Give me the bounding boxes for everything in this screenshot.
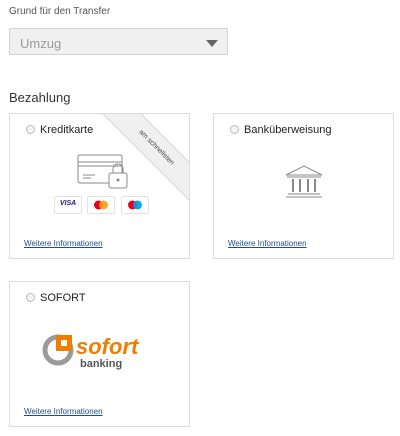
payment-section-title: Bezahlung bbox=[9, 90, 71, 105]
payment-option-creditcard[interactable]: Kreditkarte am schnellsten VISA Weitere … bbox=[9, 113, 190, 259]
payment-option-sofort[interactable]: SOFORT sofort banking Weitere Informatio… bbox=[9, 281, 190, 427]
sofort-radio[interactable] bbox=[26, 293, 35, 302]
maestro-logo bbox=[121, 196, 149, 214]
transfer-reason-label: Grund für den Transfer bbox=[9, 6, 111, 17]
creditcard-radio[interactable] bbox=[26, 125, 35, 134]
payment-option-banktransfer[interactable]: Banküberweisung Weitere Informationen bbox=[213, 113, 394, 259]
mastercard-logo bbox=[87, 196, 115, 214]
bank-building-icon bbox=[285, 165, 323, 198]
banktransfer-label: Banküberweisung bbox=[244, 124, 332, 136]
sofort-logo: sofort banking bbox=[42, 334, 140, 370]
creditcard-more-info-link[interactable]: Weitere Informationen bbox=[24, 239, 103, 248]
transfer-reason-select[interactable]: Umzug bbox=[9, 28, 228, 55]
chevron-down-icon bbox=[206, 40, 218, 47]
maestro-icon bbox=[128, 200, 142, 210]
visa-text: VISA bbox=[59, 200, 77, 207]
mastercard-icon bbox=[94, 200, 108, 210]
transfer-reason-value: Umzug bbox=[20, 36, 62, 51]
visa-logo: VISA bbox=[54, 196, 82, 214]
creditcard-label: Kreditkarte bbox=[40, 124, 94, 136]
banktransfer-more-info-link[interactable]: Weitere Informationen bbox=[228, 239, 307, 248]
banktransfer-radio[interactable] bbox=[230, 125, 239, 134]
credit-card-lock-icon bbox=[77, 154, 128, 189]
sofort-logo-text: sofort bbox=[76, 334, 140, 359]
sofort-more-info-link[interactable]: Weitere Informationen bbox=[24, 407, 103, 416]
sofort-logo-subtext: banking bbox=[80, 358, 122, 370]
sofort-label: SOFORT bbox=[40, 292, 86, 304]
